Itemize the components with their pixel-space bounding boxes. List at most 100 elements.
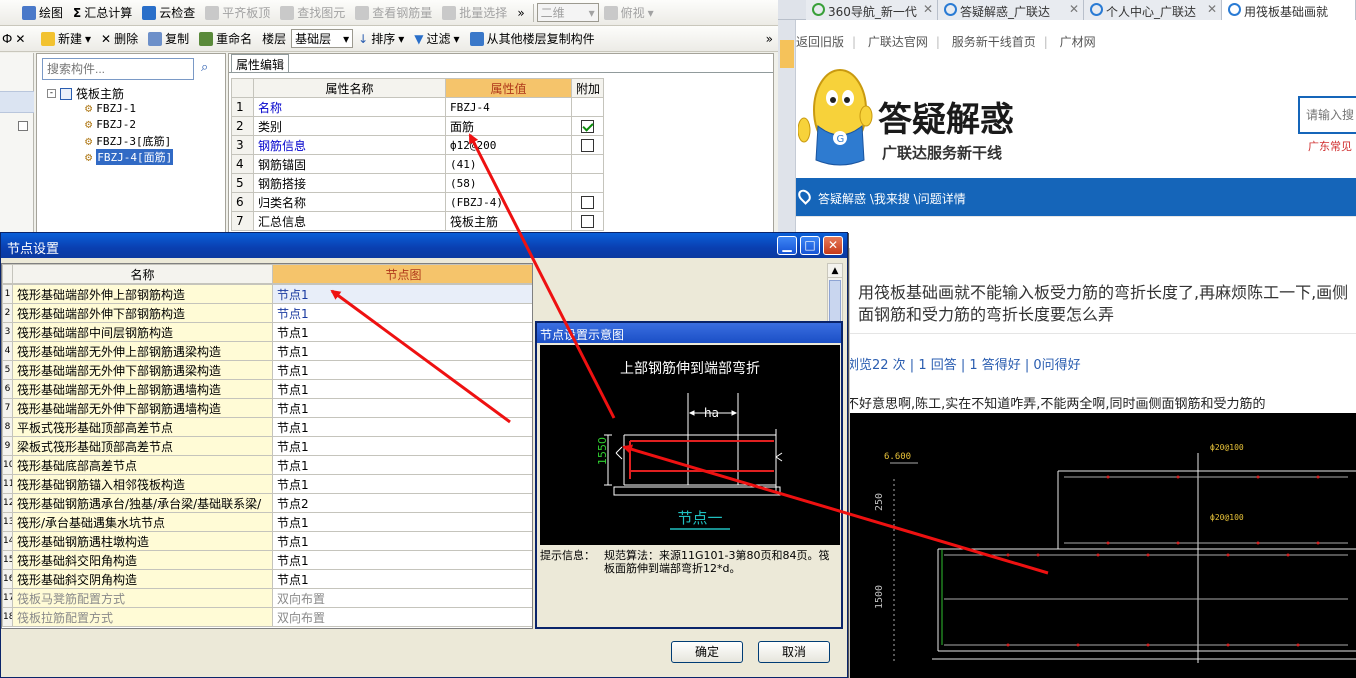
draw-button[interactable]: 绘图 bbox=[0, 2, 68, 24]
property-value[interactable]: (58) bbox=[445, 173, 572, 193]
tree-item-selected[interactable]: ⚙ FBZJ-4[面筋] bbox=[85, 149, 174, 165]
node-setting-value[interactable]: 节点1 bbox=[272, 360, 532, 380]
table-row[interactable]: 6 归类名称 (FBZJ-4) bbox=[231, 192, 604, 212]
cloud-check-button[interactable]: 云检查 bbox=[137, 2, 200, 24]
property-value[interactable]: ф12@200 bbox=[445, 135, 572, 155]
maximize-button[interactable]: □ bbox=[800, 236, 820, 255]
table-row[interactable]: 7 汇总信息 筏板主筋 bbox=[231, 211, 604, 231]
nav-link[interactable]: 广材网 bbox=[1060, 35, 1096, 49]
nav-link[interactable]: 返回旧版 bbox=[796, 35, 844, 49]
table-row[interactable]: 6 筏形基础端部无外伸上部钢筋遇墙构造 节点1 bbox=[2, 379, 532, 399]
search-icon[interactable]: ⌕ bbox=[201, 60, 208, 75]
extra-checkbox[interactable] bbox=[581, 139, 594, 152]
toolbar-more-2[interactable]: » bbox=[761, 28, 778, 50]
close-icon[interactable]: ✕ bbox=[1207, 2, 1217, 16]
node-setting-value[interactable]: 节点1 bbox=[272, 303, 532, 323]
table-row[interactable]: 3 钢筋信息 ф12@200 bbox=[231, 135, 604, 155]
nav-link[interactable]: 服务新干线首页 bbox=[952, 35, 1036, 49]
sum-calc-button[interactable]: Σ 汇总计算 bbox=[68, 2, 137, 24]
property-value[interactable]: 面筋 bbox=[445, 116, 572, 136]
find-element-button[interactable]: 查找图元 bbox=[275, 2, 350, 24]
table-row[interactable]: 10筏形基础底部高差节点节点1 bbox=[2, 455, 532, 475]
node-setting-value[interactable]: 节点1 bbox=[272, 455, 532, 475]
node-setting-value[interactable]: 节点1 bbox=[272, 474, 532, 494]
tree-root[interactable]: - 筏板主筋 bbox=[47, 85, 124, 102]
panel-pin-controls[interactable]: Ф ✕ bbox=[0, 28, 36, 50]
node-setting-value[interactable]: 节点1 bbox=[272, 284, 532, 304]
table-row[interactable]: 12筏形基础钢筋遇承台/独基/承台梁/基础联系梁/节点2 bbox=[2, 493, 532, 513]
table-row[interactable]: 4 钢筋锚固 (41) bbox=[231, 154, 604, 174]
ok-button[interactable]: 确定 bbox=[671, 641, 743, 663]
extra-checkbox[interactable] bbox=[581, 215, 594, 228]
table-row[interactable]: 14筏形基础钢筋遇柱墩构造节点1 bbox=[2, 531, 532, 551]
table-row[interactable]: 13筏形/承台基础遇集水坑节点节点1 bbox=[2, 512, 532, 532]
new-button[interactable]: 新建 ▾ bbox=[36, 28, 96, 50]
node-setting-value[interactable]: 节点1 bbox=[272, 398, 532, 418]
side-scroll-arrow[interactable] bbox=[18, 121, 28, 131]
node-setting-value[interactable]: 节点1 bbox=[272, 512, 532, 532]
node-setting-value[interactable]: 节点1 bbox=[272, 417, 532, 437]
table-row[interactable]: 11筏形基础钢筋锚入相邻筏板构造节点1 bbox=[2, 474, 532, 494]
scroll-up-arrow[interactable]: ▲ bbox=[828, 264, 842, 278]
delete-button[interactable]: ✕ 删除 bbox=[96, 28, 143, 50]
node-setting-value[interactable]: 节点1 bbox=[272, 569, 532, 589]
rename-button[interactable]: 重命名 bbox=[194, 28, 257, 50]
table-row[interactable]: 1 名称 FBZJ-4 bbox=[231, 97, 604, 117]
nav-link[interactable]: 广联达官网 bbox=[868, 35, 928, 49]
copy-button[interactable]: 复制 bbox=[143, 28, 194, 50]
node-setting-value[interactable]: 节点1 bbox=[272, 322, 532, 342]
table-row[interactable]: 2 类别 面筋 bbox=[231, 116, 604, 136]
tab-property-edit[interactable]: 属性编辑 bbox=[231, 54, 289, 73]
tree-item[interactable]: ⚙ FBZJ-1 bbox=[85, 101, 136, 115]
table-row[interactable]: 4 筏形基础端部无外伸上部钢筋遇梁构造 节点1 bbox=[2, 341, 532, 361]
table-row[interactable]: 18筏板拉筋配置方式双向布置 bbox=[2, 607, 532, 627]
table-row[interactable]: 2 筏形基础端部外伸下部钢筋构造 节点1 bbox=[2, 303, 532, 323]
extra-checkbox[interactable] bbox=[581, 196, 594, 209]
extra-checkbox[interactable] bbox=[581, 120, 594, 133]
browser-tab-active[interactable]: 用筏板基础画就 bbox=[1222, 0, 1356, 20]
node-setting-value[interactable]: 节点1 bbox=[272, 550, 532, 570]
node-setting-value[interactable]: 节点1 bbox=[272, 436, 532, 456]
toolbar-more-1[interactable]: » bbox=[512, 2, 529, 24]
node-setting-value[interactable]: 双向布置 bbox=[272, 588, 532, 608]
component-search-input[interactable] bbox=[42, 58, 194, 80]
tree-item[interactable]: ⚙ FBZJ-2 bbox=[85, 117, 136, 131]
view-rebar-button[interactable]: 查看钢筋量 bbox=[350, 2, 437, 24]
table-row[interactable]: 7 筏形基础端部无外伸下部钢筋遇墙构造 节点1 bbox=[2, 398, 532, 418]
close-icon[interactable]: ✕ bbox=[923, 2, 933, 16]
table-row[interactable]: 1 筏形基础端部外伸上部钢筋构造 节点1 bbox=[2, 284, 532, 304]
tree-item[interactable]: ⚙ FBZJ-3[底筋] bbox=[85, 133, 171, 149]
minimize-button[interactable]: ▁ bbox=[777, 236, 797, 255]
site-search-input[interactable] bbox=[1298, 96, 1356, 134]
batch-select-button[interactable]: 批量选择 bbox=[437, 2, 512, 24]
node-setting-value[interactable]: 节点2 bbox=[272, 493, 532, 513]
sort-button[interactable]: ↓ 排序 ▾ bbox=[353, 28, 409, 50]
property-value[interactable]: (41) bbox=[445, 154, 572, 174]
sidebar-tab[interactable] bbox=[780, 40, 794, 68]
table-row[interactable]: 8 平板式筏形基础顶部高差节点 节点1 bbox=[2, 417, 532, 437]
property-value[interactable]: FBZJ-4 bbox=[445, 97, 572, 117]
table-row[interactable]: 9 梁板式筏形基础顶部高差节点 节点1 bbox=[2, 436, 532, 456]
view-angle-select[interactable]: 俯视 ▾ bbox=[599, 2, 659, 24]
cancel-button[interactable]: 取消 bbox=[758, 641, 830, 663]
table-row[interactable]: 5 筏形基础端部无外伸下部钢筋遇梁构造 节点1 bbox=[2, 360, 532, 380]
node-setting-value[interactable]: 双向布置 bbox=[272, 607, 532, 627]
copy-from-floor-button[interactable]: 从其他楼层复制构件 bbox=[465, 28, 600, 50]
table-row[interactable]: 16筏形基础斜交阴角构造节点1 bbox=[2, 569, 532, 589]
region-link[interactable]: 广东常见 bbox=[1308, 138, 1352, 154]
filter-button[interactable]: ▼ 过滤 ▾ bbox=[409, 28, 464, 50]
align-slab-button[interactable]: 平齐板顶 bbox=[200, 2, 275, 24]
table-row[interactable]: 17筏板马凳筋配置方式双向布置 bbox=[2, 588, 532, 608]
node-setting-value[interactable]: 节点1 bbox=[272, 531, 532, 551]
node-setting-value[interactable]: 节点1 bbox=[272, 379, 532, 399]
close-icon[interactable]: ✕ bbox=[1069, 2, 1079, 16]
table-row[interactable]: 15筏形基础斜交阳角构造节点1 bbox=[2, 550, 532, 570]
floor-select[interactable]: 基础层 ▾ bbox=[291, 29, 354, 48]
property-value[interactable]: 筏板主筋 bbox=[445, 211, 572, 231]
node-setting-value[interactable]: 节点1 bbox=[272, 341, 532, 361]
browser-tab[interactable]: 答疑解惑_广联达 ✕ bbox=[938, 0, 1084, 20]
browser-tab[interactable]: 个人中心_广联达 ✕ bbox=[1084, 0, 1222, 20]
collapse-icon[interactable]: - bbox=[47, 89, 56, 98]
browser-tab[interactable]: 360导航_新一代 ✕ bbox=[806, 0, 938, 20]
close-button[interactable]: ✕ bbox=[823, 236, 843, 255]
